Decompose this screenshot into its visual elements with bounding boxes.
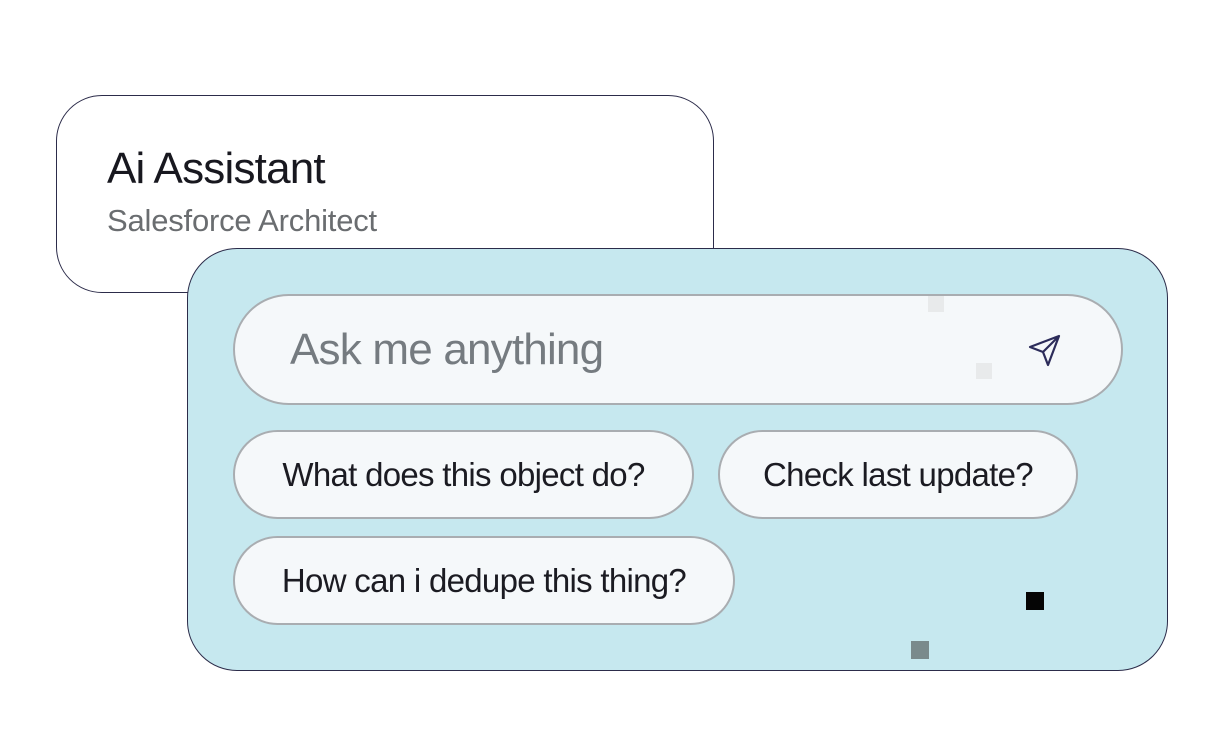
decorative-pixel	[1026, 592, 1044, 610]
ask-input[interactable]: Ask me anything	[233, 294, 1123, 405]
chat-panel: Ask me anything What does this object do…	[187, 248, 1168, 671]
suggestion-chip-last-update[interactable]: Check last update?	[718, 430, 1078, 519]
decorative-pixel	[976, 363, 992, 379]
suggestion-chip-object[interactable]: What does this object do?	[233, 430, 694, 519]
assistant-title: Ai Assistant	[107, 144, 326, 193]
ask-input-placeholder: Ask me anything	[290, 325, 604, 374]
suggestion-chip-dedupe[interactable]: How can i dedupe this thing?	[233, 536, 735, 625]
decorative-pixel	[911, 641, 929, 659]
send-icon[interactable]	[1025, 330, 1065, 370]
assistant-subtitle: Salesforce Architect	[107, 203, 377, 238]
decorative-pixel	[928, 296, 944, 312]
